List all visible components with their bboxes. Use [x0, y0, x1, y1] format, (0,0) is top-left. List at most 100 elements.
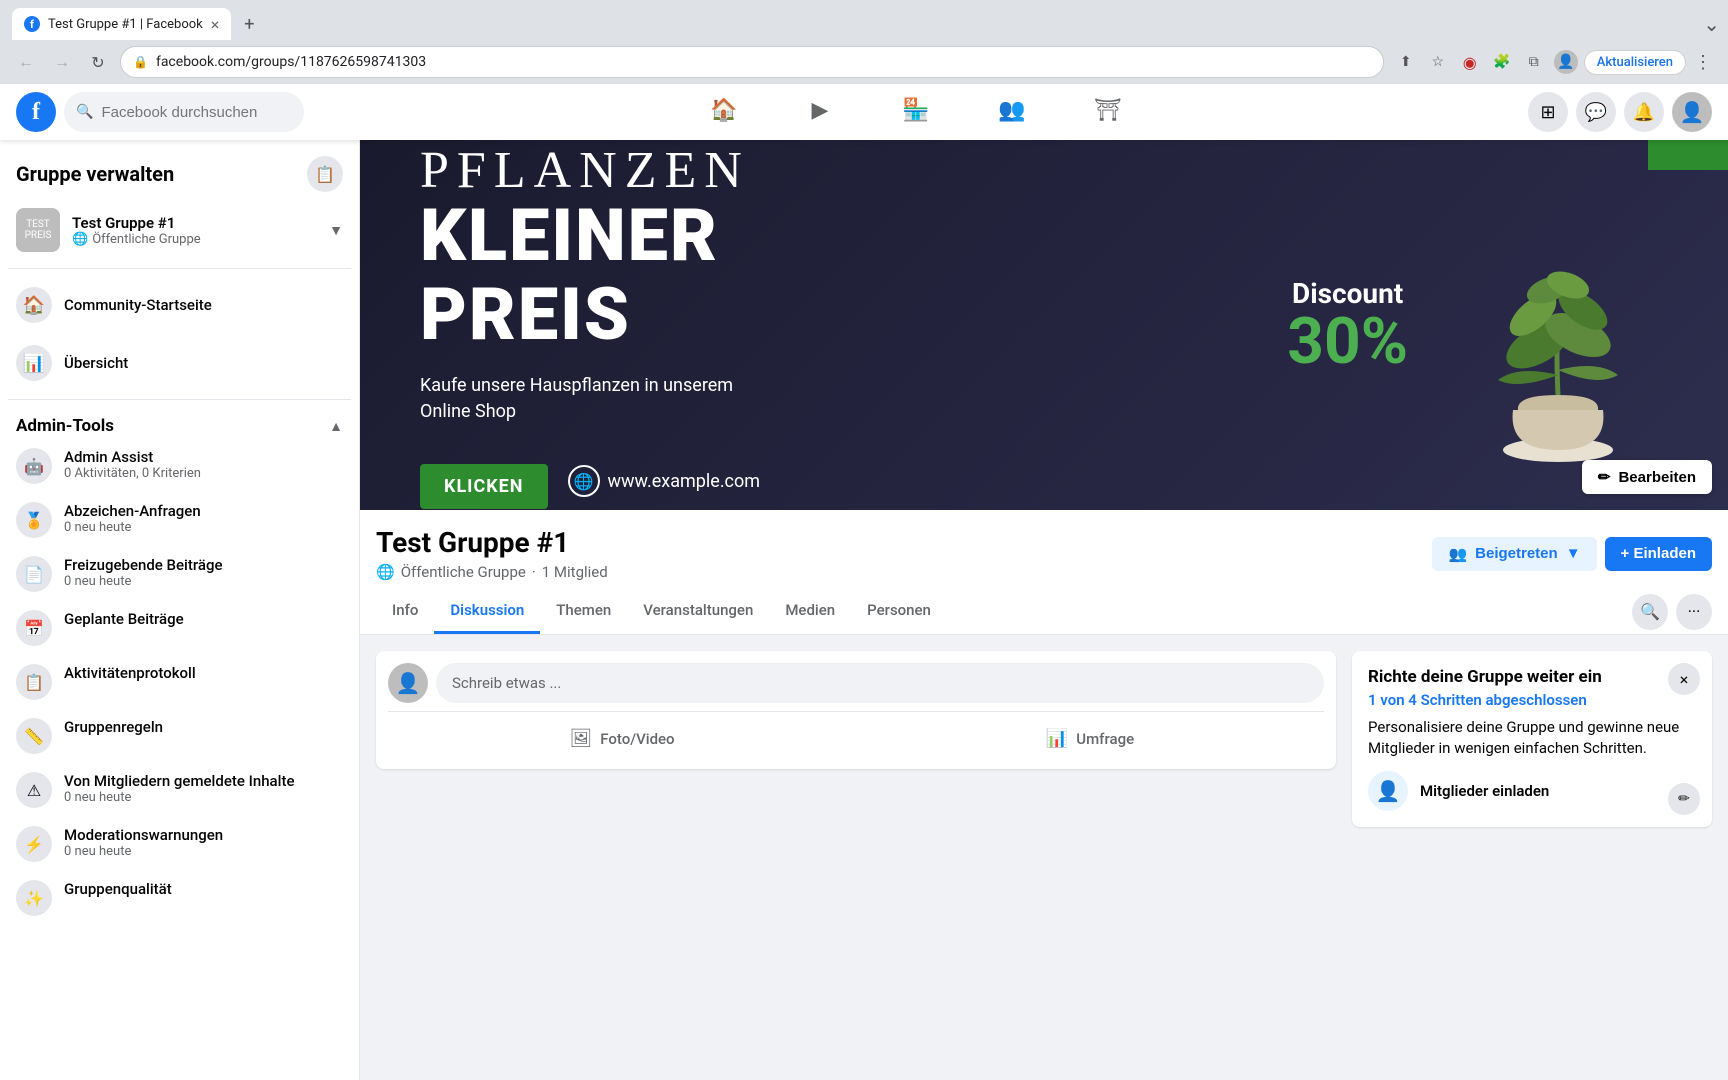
admin-tool-pending[interactable]: 📄 Freizugebende Beiträge 0 neu heute	[8, 548, 351, 600]
fb-main: Gruppe verwalten 📋 TESTPREIS Test Gruppe…	[0, 140, 1728, 1080]
edit-pencil-icon: ✏	[1598, 468, 1611, 486]
admin-tool-rules[interactable]: 📏 Gruppenregeln	[8, 710, 351, 762]
activity-name: Aktivitätenprotokoll	[64, 664, 196, 682]
fb-nav: 🏠 ▶ 🏪 👥 ⛩	[312, 84, 1520, 140]
sidebar-item-overview[interactable]: 📊 Übersicht	[8, 335, 351, 391]
extension-2-btn[interactable]: 🧩	[1488, 48, 1516, 76]
group-info-bar: Test Gruppe #1 🌐 Öffentliche Gruppe · 1 …	[360, 510, 1728, 635]
group-dropdown-icon[interactable]: ▼	[329, 222, 343, 239]
post-user-avatar: 👤	[388, 663, 428, 703]
pending-sub: 0 neu heute	[64, 574, 223, 589]
admin-tools-section-header: Admin-Tools ▲	[8, 408, 351, 440]
admin-tool-quality[interactable]: ✨ Gruppenqualität	[8, 872, 351, 924]
post-input[interactable]: Schreib etwas ...	[436, 663, 1324, 703]
invite-button[interactable]: + Einladen	[1605, 537, 1712, 571]
post-area: 👤 Schreib etwas ... 🖼 Foto/Video	[376, 651, 1336, 827]
nav-groups[interactable]: 👥	[964, 84, 1060, 140]
setup-action-icon: 👤	[1368, 771, 1408, 811]
search-bar[interactable]: 🔍	[64, 92, 304, 132]
admin-tools-title: Admin-Tools	[16, 416, 114, 436]
cover-right-section: Discount 30%	[1287, 277, 1408, 374]
url-display: facebook.com/groups/1187626598741303	[156, 54, 1371, 70]
tab-veranstaltungen[interactable]: Veranstaltungen	[627, 589, 769, 634]
browser-more-btn[interactable]: ⋮	[1690, 52, 1716, 73]
admin-tool-badges[interactable]: 🏅 Abzeichen-Anfragen 0 neu heute	[8, 494, 351, 546]
search-input[interactable]	[101, 104, 292, 121]
setup-card-title: Richte deine Gruppe weiter ein	[1368, 667, 1696, 687]
admin-tool-assist[interactable]: 🤖 Admin Assist 0 Aktivitäten, 0 Kriterie…	[8, 440, 351, 492]
nav-video[interactable]: ▶	[772, 84, 868, 140]
setup-close-btn[interactable]: ×	[1668, 663, 1700, 695]
rules-icon: 📏	[16, 718, 52, 754]
browser-chrome: Test Gruppe #1 | Facebook × + ⌄ ← → ↻ 🔒 …	[0, 0, 1728, 84]
sidebar-group-type: 🌐 Öffentliche Gruppe	[72, 232, 317, 247]
forward-button[interactable]: →	[48, 48, 76, 76]
sidebar-item-community[interactable]: 🏠 Community-Startseite	[8, 277, 351, 333]
joined-button[interactable]: 👥 Beigetreten ▼	[1432, 537, 1596, 571]
moderation-name: Moderationswarnungen	[64, 826, 223, 844]
group-meta: 🌐 Öffentliche Gruppe · 1 Mitglied	[376, 563, 608, 581]
cover-preis-text: PREIS	[420, 272, 1247, 357]
badges-sub: 0 neu heute	[64, 520, 201, 535]
setup-edit-btn[interactable]: ✏	[1668, 783, 1700, 815]
apps-btn[interactable]: ⊞	[1528, 92, 1568, 132]
quality-name: Gruppenqualität	[64, 880, 172, 898]
sidebar-header: Gruppe verwalten 📋	[8, 140, 351, 200]
tab-personen[interactable]: Personen	[851, 589, 947, 634]
admin-tool-moderation[interactable]: ⚡ Moderationswarnungen 0 neu heute	[8, 818, 351, 870]
photo-video-btn[interactable]: 🖼 Foto/Video	[388, 720, 856, 757]
admin-tool-activity[interactable]: 📋 Aktivitätenprotokoll	[8, 656, 351, 708]
new-tab-button[interactable]: +	[235, 10, 263, 38]
notifications-btn[interactable]: 🔔	[1624, 92, 1664, 132]
badges-icon: 🏅	[16, 502, 52, 538]
share-btn[interactable]: ⬆	[1392, 48, 1420, 76]
tab-themen[interactable]: Themen	[540, 589, 627, 634]
refresh-button[interactable]: ↻	[84, 48, 112, 76]
active-tab[interactable]: Test Gruppe #1 | Facebook ×	[12, 8, 231, 40]
bookmark-btn[interactable]: ☆	[1424, 48, 1452, 76]
green-decoration	[1648, 140, 1728, 170]
tab-info[interactable]: Info	[376, 589, 434, 634]
group-name: Test Gruppe #1	[376, 526, 608, 559]
split-view-btn[interactable]: ⧉	[1520, 48, 1548, 76]
sidebar: Gruppe verwalten 📋 TESTPREIS Test Gruppe…	[0, 140, 360, 1080]
messenger-btn[interactable]: 💬	[1576, 92, 1616, 132]
group-tabs: Info Diskussion Themen Veranstaltungen M…	[376, 589, 1712, 634]
umfrage-icon: 📊	[1046, 728, 1068, 749]
tab-diskussion[interactable]: Diskussion	[434, 589, 540, 634]
sidebar-group-item[interactable]: TESTPREIS Test Gruppe #1 🌐 Öffentliche G…	[8, 200, 351, 260]
admin-assist-name: Admin Assist	[64, 448, 201, 466]
tab-medien[interactable]: Medien	[769, 589, 851, 634]
update-button[interactable]: Aktualisieren	[1584, 50, 1686, 75]
address-bar[interactable]: 🔒 facebook.com/groups/1187626598741303	[120, 46, 1384, 78]
search-tab-btn[interactable]: 🔍	[1632, 594, 1668, 630]
nav-actions: ⬆ ☆ ◉ 🧩 ⧉ 👤 Aktualisieren ⋮	[1392, 48, 1716, 76]
setup-action-item: 👤 Mitglieder einladen	[1368, 759, 1696, 811]
extension-1-btn[interactable]: ◉	[1456, 48, 1484, 76]
more-tab-btn[interactable]: ···	[1676, 594, 1712, 630]
scheduled-icon: 📅	[16, 610, 52, 646]
nav-marketplace[interactable]: 🏪	[868, 84, 964, 140]
overview-icon: 📊	[16, 345, 52, 381]
fb-content: PFLANZEN KLEINER PREIS Kaufe unsere Haus…	[360, 140, 1728, 1080]
tab-list-btn[interactable]: ⌄	[1703, 12, 1720, 36]
joined-icon: 👥	[1448, 545, 1467, 563]
setup-card-progress: 1 von 4 Schritten abgeschlossen	[1368, 691, 1696, 709]
nav-gaming[interactable]: ⛩	[1060, 84, 1156, 140]
admin-tool-scheduled[interactable]: 📅 Geplante Beiträge	[8, 602, 351, 654]
profile-btn[interactable]: 👤	[1552, 48, 1580, 76]
klicken-button[interactable]: KLICKEN	[420, 464, 548, 509]
nav-bar: ← → ↻ 🔒 facebook.com/groups/118762659874…	[0, 40, 1728, 84]
back-button[interactable]: ←	[12, 48, 40, 76]
nav-home[interactable]: 🏠	[676, 84, 772, 140]
fb-logo[interactable]: f	[16, 92, 56, 132]
group-thumbnail: TESTPREIS	[16, 208, 60, 252]
tab-close-btn[interactable]: ×	[211, 15, 220, 34]
sidebar-layout-btn[interactable]: 📋	[307, 156, 343, 192]
user-avatar[interactable]: 👤	[1672, 92, 1712, 132]
admin-tools-toggle[interactable]: ▲	[329, 418, 343, 435]
sidebar-divider-2	[8, 399, 351, 400]
umfrage-btn[interactable]: 📊 Umfrage	[856, 720, 1324, 757]
admin-tool-reported[interactable]: ⚠ Von Mitgliedern gemeldete Inhalte 0 ne…	[8, 764, 351, 816]
cover-edit-button[interactable]: ✏ Bearbeiten	[1582, 460, 1712, 494]
